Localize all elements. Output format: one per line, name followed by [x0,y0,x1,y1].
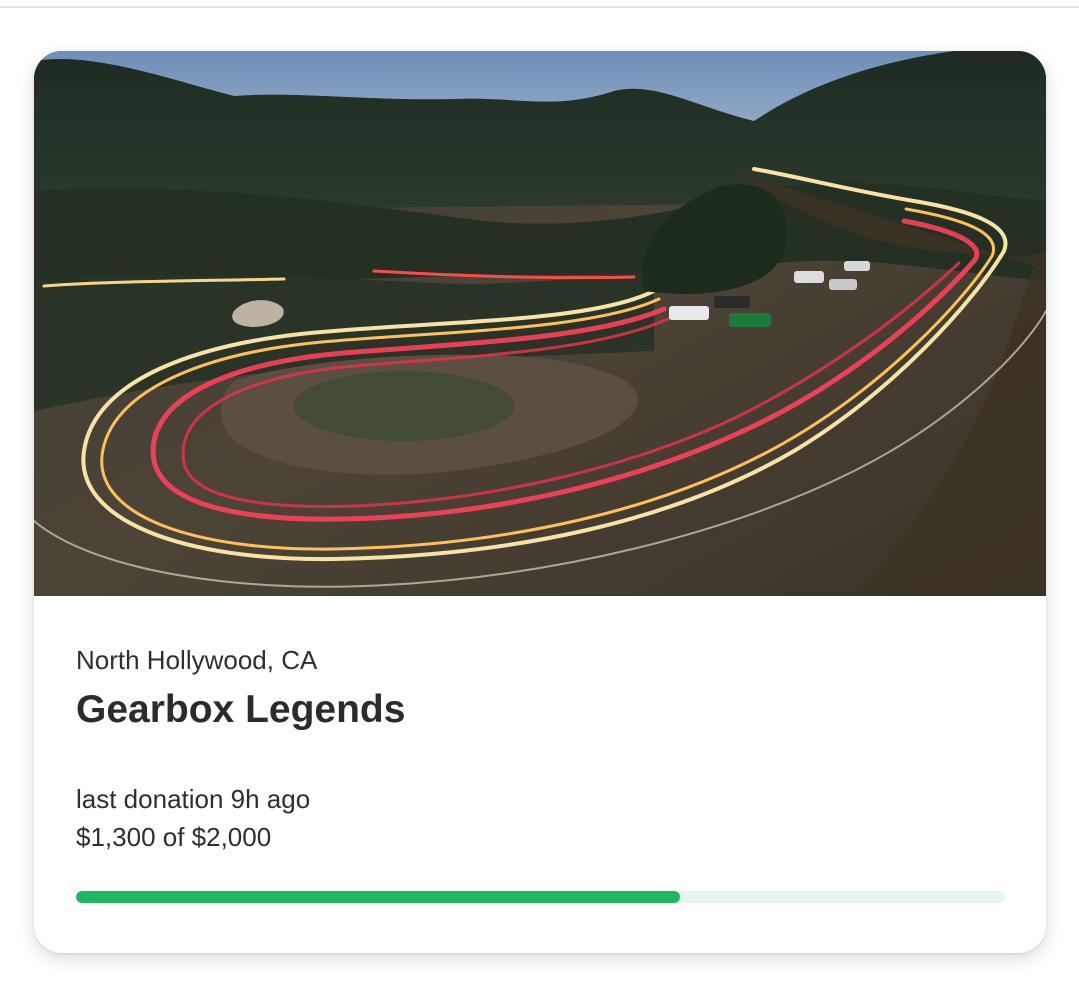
progress-bar [76,891,1005,903]
location-text: North Hollywood, CA [76,645,318,675]
fundraiser-card[interactable]: North Hollywood, CA Gearbox Legends last… [34,51,1046,953]
hero-image [34,51,1046,596]
amount-raised-text: $1,300 of $2,000 [76,822,272,852]
fundraiser-title[interactable]: Gearbox Legends [76,688,405,732]
last-donation-text: last donation 9h ago [76,784,311,814]
progress-bar-fill [76,891,680,903]
top-divider [0,6,1079,8]
